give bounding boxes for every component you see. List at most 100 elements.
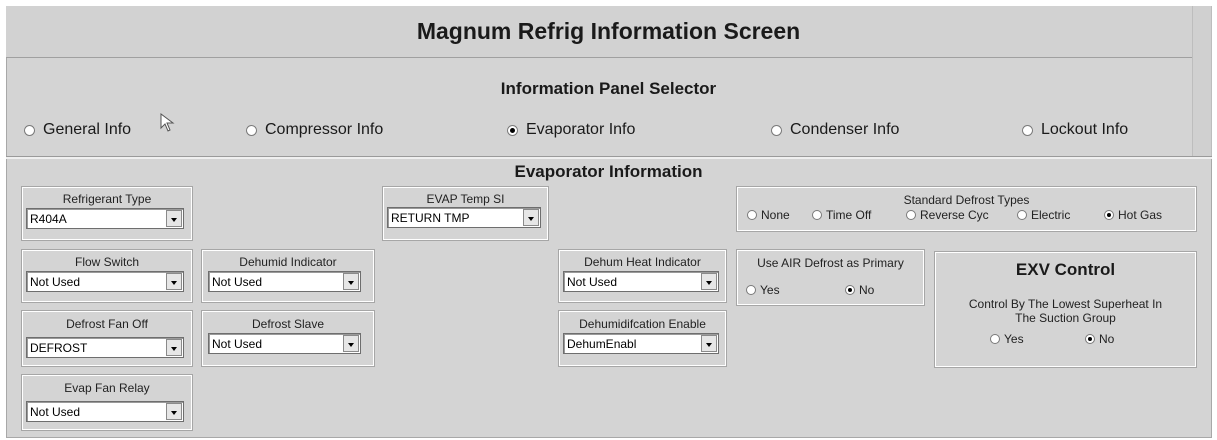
radio-label: Yes bbox=[1004, 332, 1024, 346]
chevron-down-icon[interactable] bbox=[166, 403, 182, 420]
dehumidification-enable-label: Dehumidifcation Enable bbox=[579, 317, 706, 331]
chevron-down-icon[interactable] bbox=[343, 335, 359, 352]
radio-button-icon[interactable] bbox=[906, 210, 916, 220]
refrigerant-type-select[interactable]: R404A bbox=[26, 208, 184, 229]
flow-switch-label: Flow Switch bbox=[74, 255, 139, 269]
defrost-fan-off-label: Defrost Fan Off bbox=[66, 317, 148, 331]
page-title: Magnum Refrig Information Screen bbox=[416, 18, 801, 44]
radio-label: Lockout Info bbox=[1041, 121, 1129, 138]
radio-label: Hot Gas bbox=[1118, 208, 1163, 222]
radio-air-defrost-yes[interactable]: Yes bbox=[746, 283, 780, 297]
refrigerant-type-value: R404A bbox=[30, 212, 67, 226]
chevron-down-icon[interactable] bbox=[166, 339, 182, 356]
flow-switch-group: Flow Switch Not Used bbox=[21, 249, 193, 303]
standard-defrost-types-label: Standard Defrost Types bbox=[903, 193, 1030, 207]
radio-general-info[interactable]: General Info bbox=[24, 121, 131, 139]
radio-button-icon[interactable] bbox=[1022, 124, 1033, 136]
chevron-down-icon[interactable] bbox=[701, 335, 717, 352]
flow-switch-value: Not Used bbox=[30, 275, 81, 289]
defrost-slave-label: Defrost Slave bbox=[251, 317, 325, 331]
air-defrost-label: Use AIR Defrost as Primary bbox=[757, 256, 904, 270]
radio-button-selected-icon[interactable] bbox=[1104, 210, 1114, 220]
evap-fan-relay-group: Evap Fan Relay Not Used bbox=[21, 374, 193, 431]
radio-label: No bbox=[859, 283, 875, 297]
radio-condenser-info[interactable]: Condenser Info bbox=[771, 121, 899, 139]
radio-button-icon[interactable] bbox=[24, 124, 35, 136]
evap-fan-relay-label: Evap Fan Relay bbox=[64, 381, 150, 395]
radio-air-defrost-no[interactable]: No bbox=[845, 283, 874, 297]
radio-evaporator-info[interactable]: Evaporator Info bbox=[507, 121, 635, 139]
radio-button-icon[interactable] bbox=[747, 210, 757, 220]
radio-label: Evaporator Info bbox=[526, 121, 636, 138]
dehumid-indicator-select[interactable]: Not Used bbox=[208, 271, 361, 292]
radio-button-icon[interactable] bbox=[746, 285, 756, 295]
radio-label: Compressor Info bbox=[265, 121, 384, 138]
dehumidification-enable-group: Dehumidifcation Enable DehumEnabl bbox=[558, 310, 727, 367]
radio-button-icon[interactable] bbox=[246, 124, 257, 136]
radio-button-selected-icon[interactable] bbox=[845, 285, 855, 295]
evap-temp-si-label: EVAP Temp SI bbox=[426, 192, 505, 206]
radio-exv-yes[interactable]: Yes bbox=[990, 332, 1024, 346]
radio-lockout-info[interactable]: Lockout Info bbox=[1022, 121, 1128, 139]
evap-temp-si-group: EVAP Temp SI RETURN TMP bbox=[382, 186, 549, 241]
radio-defrost-electric[interactable]: Electric bbox=[1017, 208, 1070, 222]
evap-fan-relay-select[interactable]: Not Used bbox=[26, 401, 184, 422]
exv-control-line1: Control By The Lowest Superheat In bbox=[968, 297, 1163, 311]
exv-control-line2: The Suction Group bbox=[1015, 311, 1116, 325]
radio-button-icon[interactable] bbox=[1017, 210, 1027, 220]
magnum-info-screen: Magnum Refrig Information Screen Informa… bbox=[0, 0, 1217, 440]
evap-temp-si-select[interactable]: RETURN TMP bbox=[387, 207, 541, 228]
radio-button-icon[interactable] bbox=[990, 334, 1000, 344]
radio-button-icon[interactable] bbox=[812, 210, 822, 220]
chevron-down-icon[interactable] bbox=[343, 273, 359, 290]
dehum-heat-indicator-select[interactable]: Not Used bbox=[563, 271, 719, 292]
exv-control-title: EXV Control bbox=[1015, 260, 1116, 279]
radio-button-selected-icon[interactable] bbox=[507, 124, 518, 136]
air-defrost-group: Use AIR Defrost as Primary Yes No bbox=[736, 249, 925, 306]
defrost-slave-value: Not Used bbox=[212, 337, 263, 351]
flow-switch-select[interactable]: Not Used bbox=[26, 271, 184, 292]
evap-temp-si-value: RETURN TMP bbox=[391, 211, 470, 225]
radio-label: General Info bbox=[43, 121, 132, 138]
evaporator-section-title: Evaporator Information bbox=[514, 162, 703, 181]
defrost-fan-off-select[interactable]: DEFROST bbox=[26, 337, 184, 358]
section-divider bbox=[6, 156, 1212, 159]
dehumid-indicator-value: Not Used bbox=[212, 275, 263, 289]
radio-defrost-time-off[interactable]: Time Off bbox=[812, 208, 871, 222]
radio-label: Reverse Cyc bbox=[920, 208, 989, 222]
refrigerant-type-group: Refrigerant Type R404A bbox=[21, 186, 193, 241]
standard-defrost-types-group: Standard Defrost Types None Time Off Rev… bbox=[736, 186, 1197, 232]
chevron-down-icon[interactable] bbox=[523, 209, 539, 226]
chevron-down-icon[interactable] bbox=[166, 210, 182, 227]
panel-selector-title: Information Panel Selector bbox=[500, 79, 717, 98]
chevron-down-icon[interactable] bbox=[166, 273, 182, 290]
defrost-fan-off-value: DEFROST bbox=[30, 341, 88, 355]
radio-label: No bbox=[1099, 332, 1115, 346]
radio-label: Electric bbox=[1031, 208, 1071, 222]
dehum-heat-indicator-group: Dehum Heat Indicator Not Used bbox=[558, 249, 727, 303]
mouse-pointer-icon bbox=[160, 113, 175, 132]
radio-compressor-info[interactable]: Compressor Info bbox=[246, 121, 383, 139]
radio-label: Condenser Info bbox=[790, 121, 900, 138]
radio-exv-no[interactable]: No bbox=[1085, 332, 1114, 346]
dehum-heat-indicator-value: Not Used bbox=[567, 275, 618, 289]
defrost-fan-off-group: Defrost Fan Off DEFROST bbox=[21, 310, 193, 367]
radio-defrost-hot-gas[interactable]: Hot Gas bbox=[1104, 208, 1162, 222]
radio-defrost-none[interactable]: None bbox=[747, 208, 790, 222]
dehum-heat-indicator-label: Dehum Heat Indicator bbox=[584, 255, 701, 269]
radio-label: Time Off bbox=[826, 208, 872, 222]
dehumid-indicator-label: Dehumid Indicator bbox=[239, 255, 337, 269]
dehumidification-enable-value: DehumEnabl bbox=[567, 337, 637, 351]
radio-button-icon[interactable] bbox=[771, 124, 782, 136]
defrost-slave-group: Defrost Slave Not Used bbox=[201, 310, 375, 367]
radio-label: Yes bbox=[760, 283, 780, 297]
chevron-down-icon[interactable] bbox=[701, 273, 717, 290]
evap-fan-relay-value: Not Used bbox=[30, 405, 81, 419]
radio-label: None bbox=[761, 208, 790, 222]
exv-control-group: EXV Control Control By The Lowest Superh… bbox=[934, 251, 1197, 368]
refrigerant-type-label: Refrigerant Type bbox=[62, 192, 152, 206]
radio-defrost-reverse-cyc[interactable]: Reverse Cyc bbox=[906, 208, 989, 222]
dehumidification-enable-select[interactable]: DehumEnabl bbox=[563, 333, 719, 354]
radio-button-selected-icon[interactable] bbox=[1085, 334, 1095, 344]
defrost-slave-select[interactable]: Not Used bbox=[208, 333, 361, 354]
